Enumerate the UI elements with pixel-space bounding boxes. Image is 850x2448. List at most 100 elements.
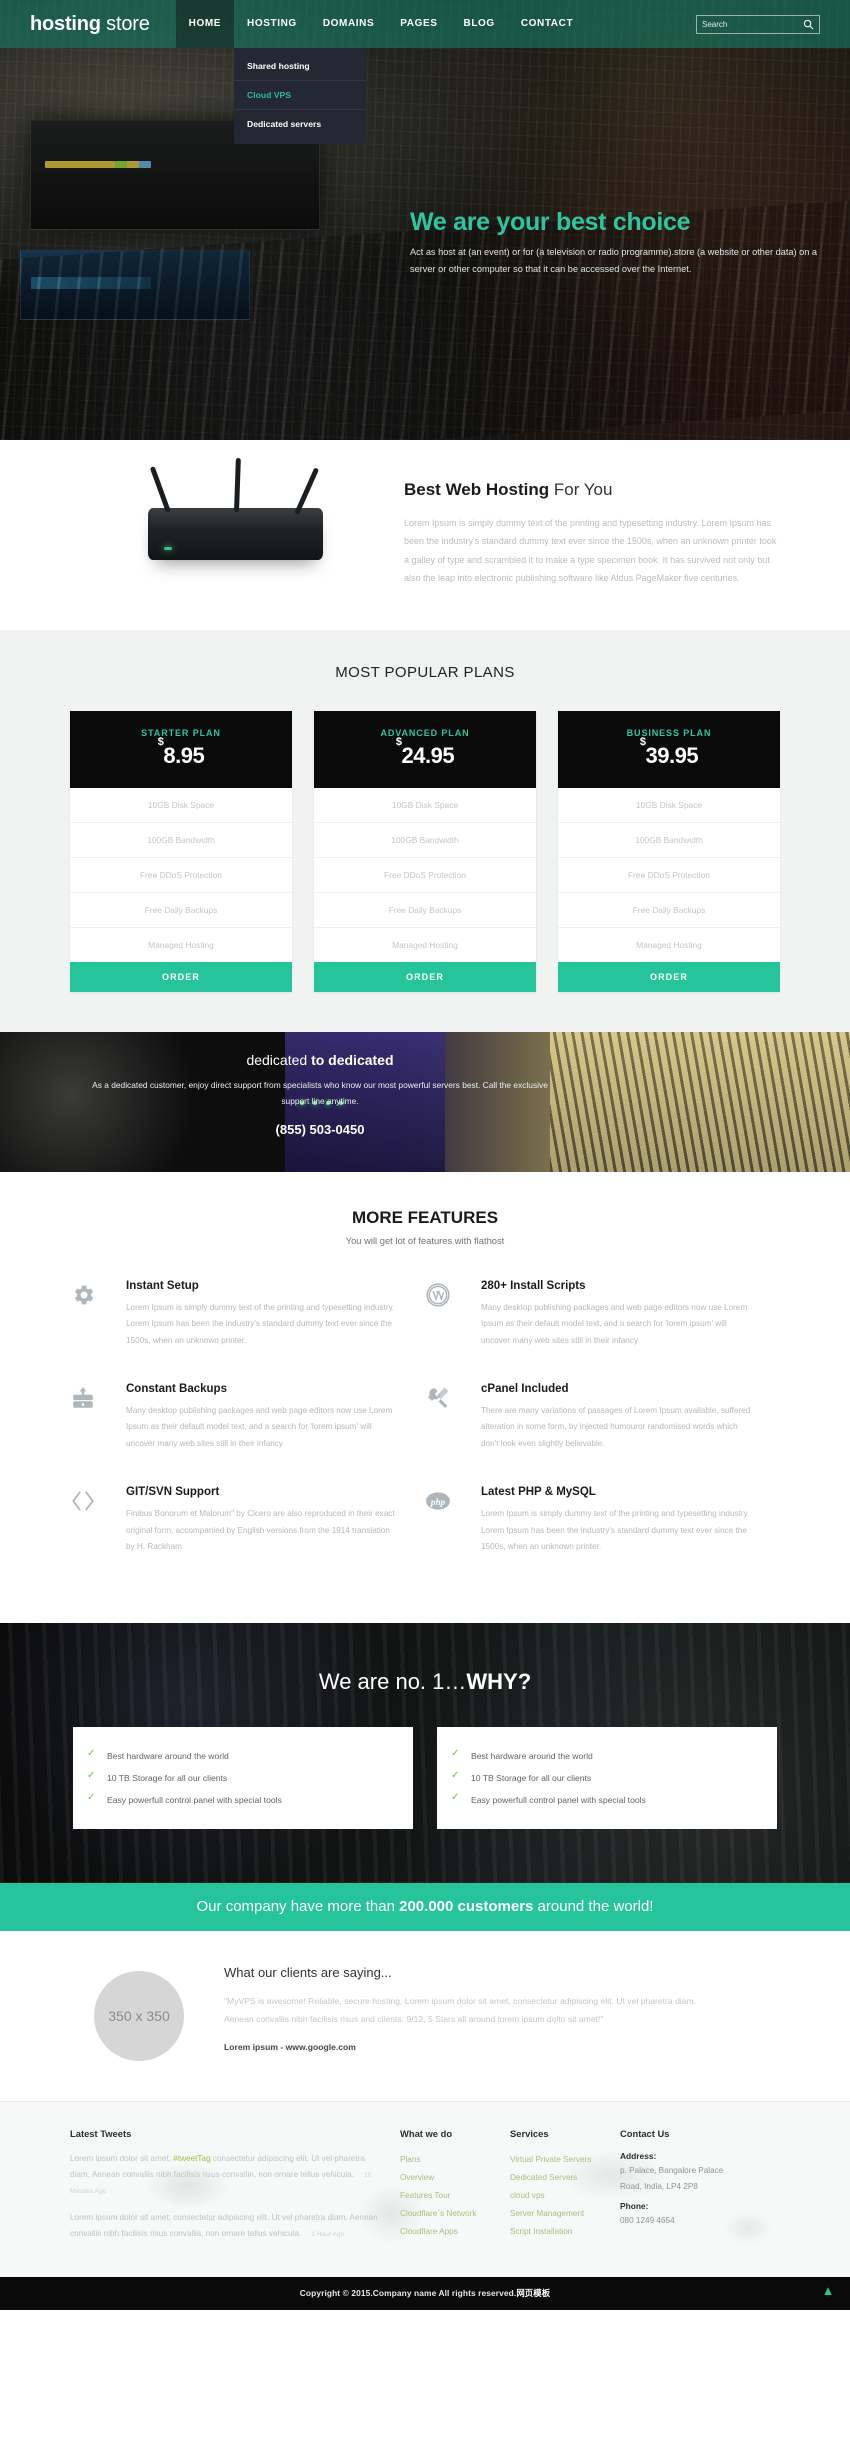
dropdown-item-cloud-vps[interactable]: Cloud VPS	[234, 81, 367, 110]
plan-card-business: BUSINESS PLAN $39.95 10GB Disk Space 100…	[558, 710, 780, 992]
main-navigation: HOME HOSTING Shared hosting Cloud VPS De…	[175, 0, 587, 144]
footer-column-contact: Contact Us Address: p. Palace, Bangalore…	[620, 2128, 760, 2253]
testimonial-source: Lorem ipsum - www.google.com	[224, 2041, 356, 2052]
hero-title: We are your best choice	[410, 208, 691, 236]
plan-feature: 100GB Bandwidth	[70, 823, 292, 858]
tweet-item: Lorem ipsum dolor sit amet, consectetur …	[70, 2210, 382, 2242]
plan-feature: 10GB Disk Space	[558, 788, 780, 823]
footer-link-script-installation[interactable]: Script Installation	[510, 2223, 610, 2241]
order-button-advanced[interactable]: ORDER	[314, 961, 536, 992]
plan-card-starter: STARTER PLAN $8.95 10GB Disk Space 100GB…	[70, 710, 292, 992]
copyright-text: Copyright © 2015.Company name All rights…	[0, 2287, 850, 2299]
features-subheading: You will get lot of features with flatho…	[345, 1234, 505, 1246]
plan-currency: $	[395, 736, 402, 749]
search-icon[interactable]	[803, 19, 814, 30]
footer-link-vps[interactable]: Virtual Private Servers	[510, 2151, 610, 2169]
hosting-dropdown-menu: Shared hosting Cloud VPS Dedicated serve…	[234, 48, 367, 144]
customers-banner: Our company have more than 200.000 custo…	[0, 1883, 850, 1932]
footer-list-item: Cloudflare Apps	[400, 2223, 500, 2241]
why-list-item: ✓ Best hardware around the world	[451, 1745, 757, 1767]
feature-title: GIT/SVN Support	[126, 1486, 220, 1499]
why-list-item: ✓ Easy powerfull control panel with speci…	[87, 1789, 393, 1811]
dropdown-item-dedicated-servers[interactable]: Dedicated servers	[234, 110, 366, 138]
hero-copy: We are your best choice Act as host at (…	[410, 208, 850, 278]
best-hosting-title-bold: Best Web Hosting	[404, 480, 550, 499]
router-antenna-center	[233, 457, 241, 512]
tweet-timestamp: 1 Hour Ago	[311, 2231, 345, 2239]
feature-title: Latest PHP & MySQL	[481, 1486, 596, 1499]
nav-link-contact[interactable]: CONTACT	[508, 0, 586, 48]
footer-address-label: Address:	[620, 2151, 657, 2162]
order-button-starter[interactable]: ORDER	[70, 961, 292, 992]
plan-feature: 100GB Bandwidth	[558, 823, 780, 858]
customers-banner-text: Our company have more than 200.000 custo…	[0, 1898, 850, 1915]
footer-link-plans[interactable]: Plans	[400, 2151, 500, 2169]
search-box[interactable]	[696, 14, 820, 34]
order-button-business[interactable]: ORDER	[558, 961, 780, 992]
plan-feature: Managed Hosting	[636, 939, 702, 950]
footer-link-server-management[interactable]: Server Management	[510, 2205, 610, 2223]
svg-text:php: php	[430, 1497, 446, 1507]
plan-currency: $	[639, 736, 646, 749]
nav-item-home[interactable]: HOME	[175, 0, 235, 48]
dropdown-item-shared-hosting[interactable]: Shared hosting	[234, 52, 367, 81]
feature-item-instant-setup: Instant Setup Lorem Ipsum is simply dumm…	[70, 1280, 425, 1349]
site-logo[interactable]: hosting store	[30, 13, 150, 36]
footer-list-item: Plans	[400, 2151, 500, 2169]
footer-list-item: cloud vps	[510, 2187, 610, 2205]
nav-link-domains[interactable]: DOMAINS	[310, 0, 387, 48]
site-footer: Latest Tweets Lorem ipsum dolor sit amet…	[0, 2101, 850, 2278]
footer-link-dedicated-servers[interactable]: Dedicated Servers	[510, 2169, 610, 2187]
footer-link-cloud-vps[interactable]: cloud vps	[510, 2187, 610, 2205]
feature-text: There are many variations of passages of…	[481, 1405, 751, 1448]
chevron-up-icon[interactable]: ▲	[820, 2283, 836, 2299]
php-icon: php	[425, 1486, 481, 1555]
check-icon: ✓	[451, 1792, 460, 1804]
why-list-text: Best hardware around the world	[107, 1751, 229, 1762]
why-list-text: 10 TB Storage for all our clients	[471, 1773, 592, 1784]
footer-list-item: Server Management	[510, 2205, 610, 2223]
feature-text: Lorem Ipsum is simply dummy text of the …	[481, 1509, 750, 1551]
plan-feature: Free Daily Backups	[70, 893, 292, 928]
nav-link-home[interactable]: HOME	[176, 0, 234, 48]
feature-item-php-mysql: php Latest PHP & MySQL Lorem Ipsum is si…	[425, 1486, 780, 1555]
nav-link-blog[interactable]: BLOG	[451, 0, 508, 48]
nav-item-blog[interactable]: BLOG	[451, 0, 508, 48]
check-icon: ✓	[451, 1748, 460, 1760]
tweet-hashtag[interactable]: #tweetTag	[173, 2154, 210, 2163]
nav-link-hosting[interactable]: HOSTING	[234, 0, 310, 48]
plan-price-value: 24.95	[401, 742, 455, 768]
nav-item-contact[interactable]: CONTACT	[508, 0, 586, 48]
nav-item-pages[interactable]: PAGES	[387, 0, 450, 48]
footer-phone-label: Phone:	[620, 2200, 649, 2211]
dedicated-phone-number[interactable]: (855) 503-0450	[90, 1122, 550, 1137]
why-list-text: Best hardware around the world	[471, 1751, 593, 1762]
best-hosting-title-thin: For You	[549, 480, 613, 499]
feature-title: 280+ Install Scripts	[481, 1279, 586, 1292]
nav-item-hosting[interactable]: HOSTING Shared hosting Cloud VPS Dedicat…	[234, 0, 367, 144]
testimonial-heading: What our clients are saying...	[224, 1965, 392, 1981]
plan-feature: Free DDoS Protection	[558, 858, 780, 893]
check-icon: ✓	[451, 1770, 460, 1782]
plan-feature: Free DDoS Protection	[314, 858, 536, 893]
features-section: MORE FEATURES You will get lot of featur…	[0, 1171, 850, 1624]
router-antenna-left	[149, 465, 171, 513]
footer-link-cloudflare-apps[interactable]: Cloudflare Apps	[400, 2223, 500, 2241]
footer-list-item: Script Installation	[510, 2223, 610, 2241]
footer-link-features-tour[interactable]: Features Tour	[400, 2187, 500, 2205]
plan-feature: 100GB Bandwidth	[314, 823, 536, 858]
footer-address-line1: p. Palace, Bangalore Palace	[620, 2166, 724, 2176]
customers-pre: Our company have more than	[196, 1898, 400, 1916]
search-input[interactable]	[702, 19, 802, 29]
plan-feature-list: 10GB Disk Space 100GB Bandwidth Free DDo…	[70, 788, 292, 962]
nav-item-domains[interactable]: DOMAINS	[310, 0, 387, 48]
nav-link-pages[interactable]: PAGES	[387, 0, 450, 48]
footer-address-line2: Road, India, LP4 2P8	[620, 2181, 698, 2191]
footer-heading-what-we-do: What we do	[400, 2128, 453, 2140]
footer-link-overview[interactable]: Overview	[400, 2169, 500, 2187]
check-icon: ✓	[87, 1748, 96, 1760]
copyright-cn-text: 网页模板	[516, 2288, 551, 2299]
dedicated-title: dedicated to dedicated	[90, 1052, 550, 1068]
feature-item-constant-backups: Constant Backups Many desktop publishing…	[70, 1383, 425, 1452]
footer-link-cloudflare-network[interactable]: Cloudflare`s Network	[400, 2205, 500, 2223]
